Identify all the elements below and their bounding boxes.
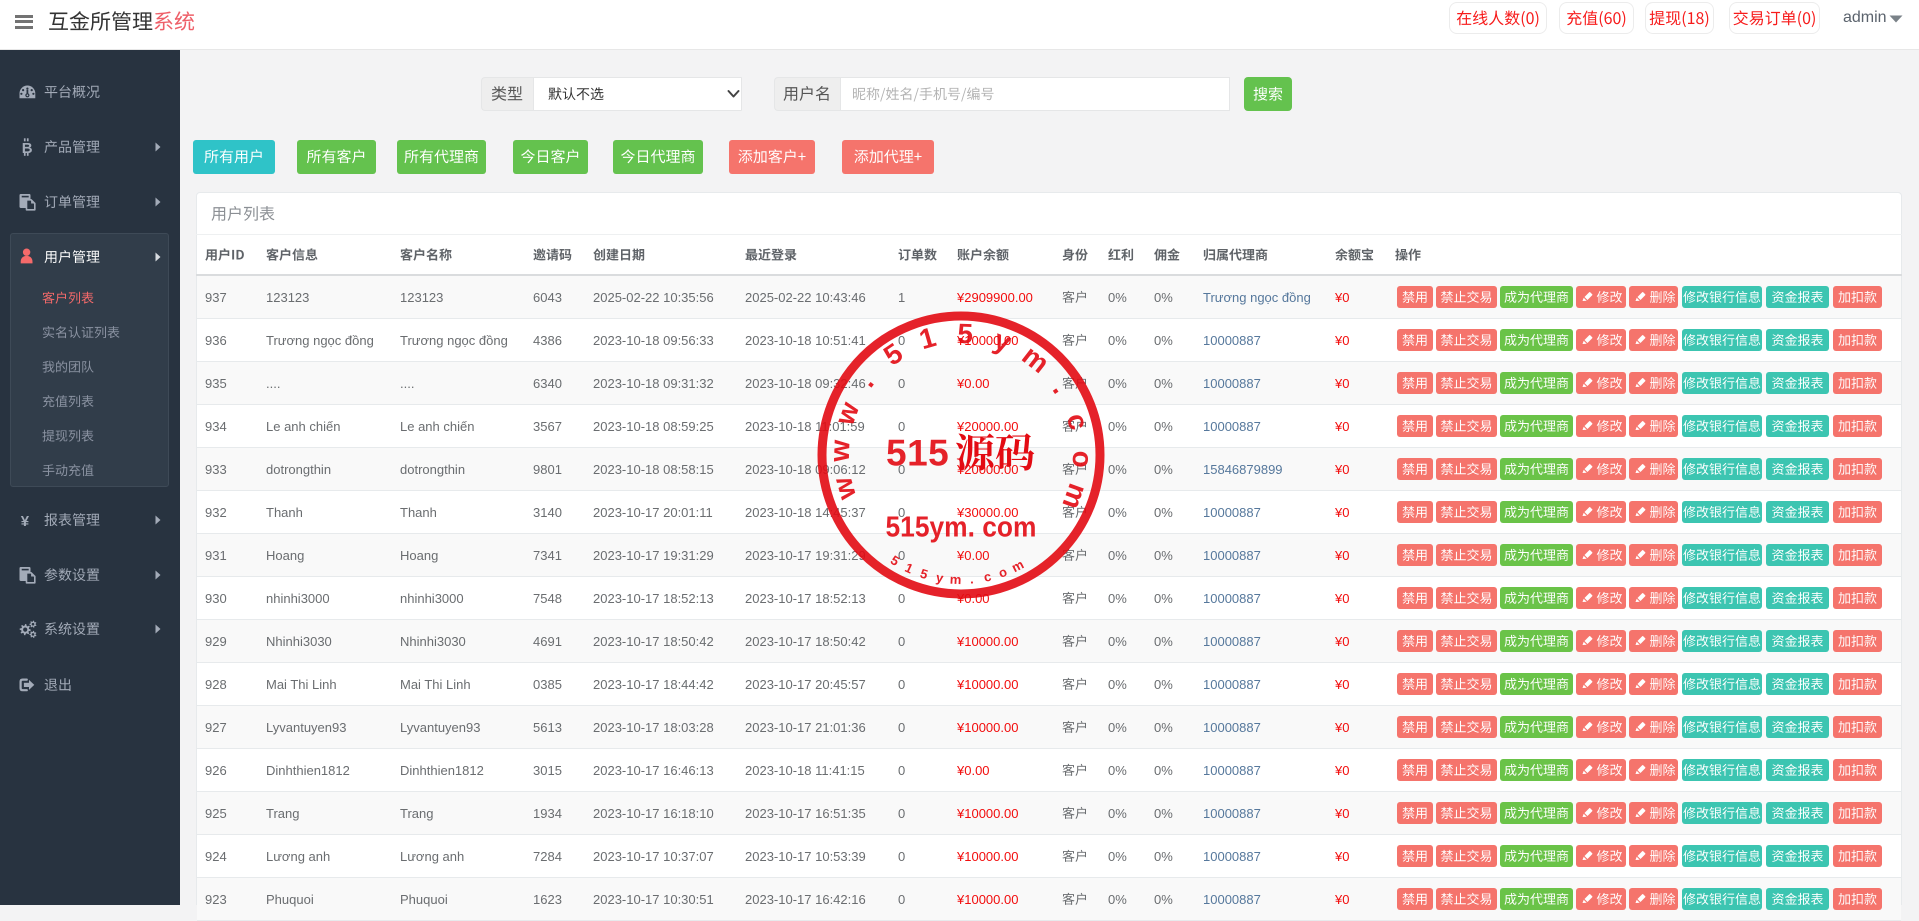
svg-text:.: .	[1047, 375, 1077, 399]
svg-text:o: o	[997, 564, 1010, 581]
svg-text:y: y	[990, 324, 1016, 359]
svg-text:m: m	[949, 572, 961, 587]
svg-text:w: w	[828, 398, 865, 430]
svg-text:.: .	[969, 571, 974, 586]
svg-text:5: 5	[957, 318, 974, 350]
svg-text:5: 5	[878, 337, 908, 371]
svg-text:c: c	[1061, 410, 1095, 434]
svg-text:515: 515	[886, 433, 949, 474]
svg-text:1: 1	[916, 321, 940, 355]
svg-text:w: w	[824, 439, 856, 463]
svg-text:y: y	[935, 570, 945, 586]
svg-text:c: c	[982, 569, 992, 585]
svg-text:1: 1	[903, 560, 916, 577]
svg-text:w: w	[826, 474, 862, 505]
svg-text:515ym. com: 515ym. com	[886, 512, 1037, 544]
svg-text:m: m	[1009, 557, 1026, 576]
svg-text:.: .	[851, 368, 880, 393]
svg-text:5: 5	[888, 552, 902, 569]
svg-text:¥: ¥	[21, 513, 30, 530]
svg-text:o: o	[1067, 450, 1099, 468]
svg-text:5: 5	[918, 566, 929, 582]
svg-text:m: m	[1056, 480, 1094, 514]
